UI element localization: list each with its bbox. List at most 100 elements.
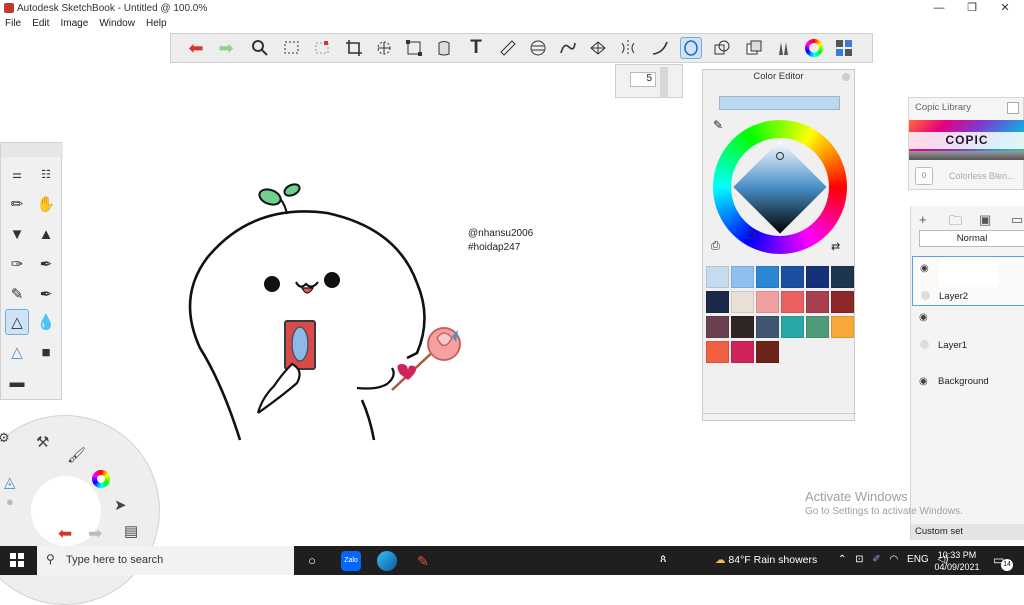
lasso-select-icon[interactable] <box>311 37 333 59</box>
menu-help[interactable]: Help <box>141 17 170 29</box>
menu-file[interactable]: File <box>0 17 24 29</box>
print-icon[interactable]: ⎙ <box>711 240 720 253</box>
pencil-brush-icon[interactable]: ✏ <box>5 191 29 217</box>
redo-icon[interactable]: ➡ <box>215 37 237 59</box>
zoom-icon[interactable] <box>249 37 271 59</box>
brush-select-icon[interactable]: ◬ <box>4 473 16 491</box>
marker-brush-icon[interactable]: ▼ <box>5 221 29 247</box>
close-button[interactable]: ✕ <box>990 1 1020 16</box>
gear-icon[interactable]: ⚙ <box>0 430 10 446</box>
brush-puck-icon[interactable]: ● <box>6 494 14 509</box>
more-icon[interactable]: ▭ <box>1011 212 1023 228</box>
brush-palette-icon[interactable] <box>680 37 702 59</box>
visibility-eye-icon[interactable]: ◉ <box>919 312 928 323</box>
color-swatch[interactable] <box>806 266 829 288</box>
rect-select-icon[interactable] <box>281 37 303 59</box>
color-puck-icon[interactable] <box>92 470 110 488</box>
blend-mode-select[interactable]: Normal <box>919 230 1024 247</box>
copic-icon[interactable] <box>833 37 855 59</box>
brush-size-value[interactable]: 5 <box>630 72 656 87</box>
lagoon-layer-icon[interactable]: ▤ <box>124 522 138 540</box>
image-icon[interactable]: ▣ <box>979 212 991 228</box>
color-swatch[interactable] <box>706 266 729 288</box>
zalo-icon[interactable]: Zalo <box>341 551 361 571</box>
color-swatch[interactable] <box>806 291 829 313</box>
chisel-marker-icon[interactable]: ▲ <box>34 221 58 247</box>
perspective-icon[interactable] <box>587 37 609 59</box>
colorless-code[interactable]: 0 <box>915 167 933 185</box>
color-swatch[interactable] <box>781 266 804 288</box>
ruler-icon[interactable] <box>497 37 519 59</box>
swap-icon[interactable]: ⇄ <box>831 240 840 253</box>
panel-close-icon[interactable] <box>842 73 850 81</box>
brush-tool-icon[interactable]: 🖌 <box>67 446 86 464</box>
color-swatch[interactable] <box>706 316 729 338</box>
sketchbook-icon[interactable]: ✎ <box>413 551 433 571</box>
color-swatch[interactable] <box>756 266 779 288</box>
color-swatch[interactable] <box>756 291 779 313</box>
french-curve-icon[interactable] <box>557 37 579 59</box>
colorless-blender-label[interactable]: Colorless Blen... <box>949 171 1015 181</box>
visibility-eye-icon[interactable]: ◉ <box>919 376 928 387</box>
wifi-icon[interactable]: ◠ <box>890 554 899 565</box>
brush-size-slider[interactable] <box>660 67 668 97</box>
pen-icon[interactable]: ✐ <box>872 554 880 565</box>
color-swatch[interactable] <box>731 316 754 338</box>
shape-icon[interactable] <box>711 37 733 59</box>
layer-row-background[interactable]: ◉ Background <box>912 356 1024 406</box>
color-swatch[interactable] <box>831 291 854 313</box>
custom-set-label[interactable]: Custom set <box>911 524 1024 540</box>
color-swatch[interactable] <box>731 341 754 363</box>
fountain-pen-icon[interactable]: ✒ <box>34 281 58 307</box>
hard-eraser-icon[interactable]: △ <box>5 339 29 365</box>
language-indicator[interactable]: ENG <box>907 554 929 565</box>
ruler-tool-icon[interactable]: ⚒ <box>36 433 49 451</box>
text-icon[interactable]: T <box>465 37 487 59</box>
color-swatch[interactable] <box>706 341 729 363</box>
transform-icon[interactable] <box>373 37 395 59</box>
menu-window[interactable]: Window <box>94 17 138 29</box>
layer-row-layer1[interactable]: ◉ Layer1 <box>912 306 1024 356</box>
soft-eraser-icon[interactable]: △ <box>5 309 29 335</box>
people-icon[interactable]: ጰ <box>660 553 667 566</box>
selection-arrow-icon[interactable]: ➤ <box>114 496 127 514</box>
fill-icon[interactable] <box>433 37 455 59</box>
layer-icon[interactable] <box>743 37 765 59</box>
inking-pen-icon[interactable]: ✑ <box>5 251 29 277</box>
stroke-icon[interactable] <box>649 37 671 59</box>
panel-close-icon[interactable] <box>1007 102 1019 114</box>
brush-library-icon[interactable] <box>773 37 795 59</box>
color-swatch[interactable] <box>831 266 854 288</box>
eraser-icon[interactable]: ▬ <box>5 369 29 395</box>
smudge-icon[interactable]: ■ <box>34 339 58 365</box>
notification-icon[interactable]: ▭ 14 <box>993 553 1013 571</box>
ellipse-icon[interactable] <box>527 37 549 59</box>
hue-picker-handle[interactable] <box>746 230 755 239</box>
add-layer-icon[interactable]: + <box>919 212 927 227</box>
canvas-drawing[interactable] <box>182 178 467 443</box>
crop-icon[interactable] <box>343 37 365 59</box>
copic-color-strip[interactable] <box>909 151 1024 160</box>
undo-icon[interactable]: ⬅ <box>185 37 207 59</box>
color-swatch[interactable] <box>831 316 854 338</box>
lagoon-undo-icon[interactable]: ⬅ <box>58 524 72 544</box>
color-wheel-icon[interactable] <box>803 37 825 59</box>
value-picker-handle[interactable] <box>776 152 784 160</box>
network-icon[interactable]: ⊡ <box>855 554 863 565</box>
color-swatch[interactable] <box>731 291 754 313</box>
windows-start-icon[interactable] <box>10 553 24 567</box>
layer-radio[interactable] <box>921 291 930 300</box>
color-swatch[interactable] <box>731 266 754 288</box>
distort-icon[interactable] <box>403 37 425 59</box>
layer-row-layer2[interactable]: ◉ Layer2 <box>912 256 1024 306</box>
color-swatch[interactable] <box>781 316 804 338</box>
restore-button[interactable]: ❐ <box>957 1 987 16</box>
color-wheel[interactable] <box>713 120 847 254</box>
clock[interactable]: 10:33 PM 04/09/2021 <box>933 549 981 573</box>
color-swatch[interactable] <box>756 316 779 338</box>
color-swatch[interactable] <box>706 291 729 313</box>
eyedropper-icon[interactable]: ✎ <box>713 118 723 132</box>
color-swatch[interactable] <box>756 341 779 363</box>
water-drop-icon[interactable]: 💧 <box>34 309 58 335</box>
panel-resize-grip[interactable] <box>703 413 856 421</box>
